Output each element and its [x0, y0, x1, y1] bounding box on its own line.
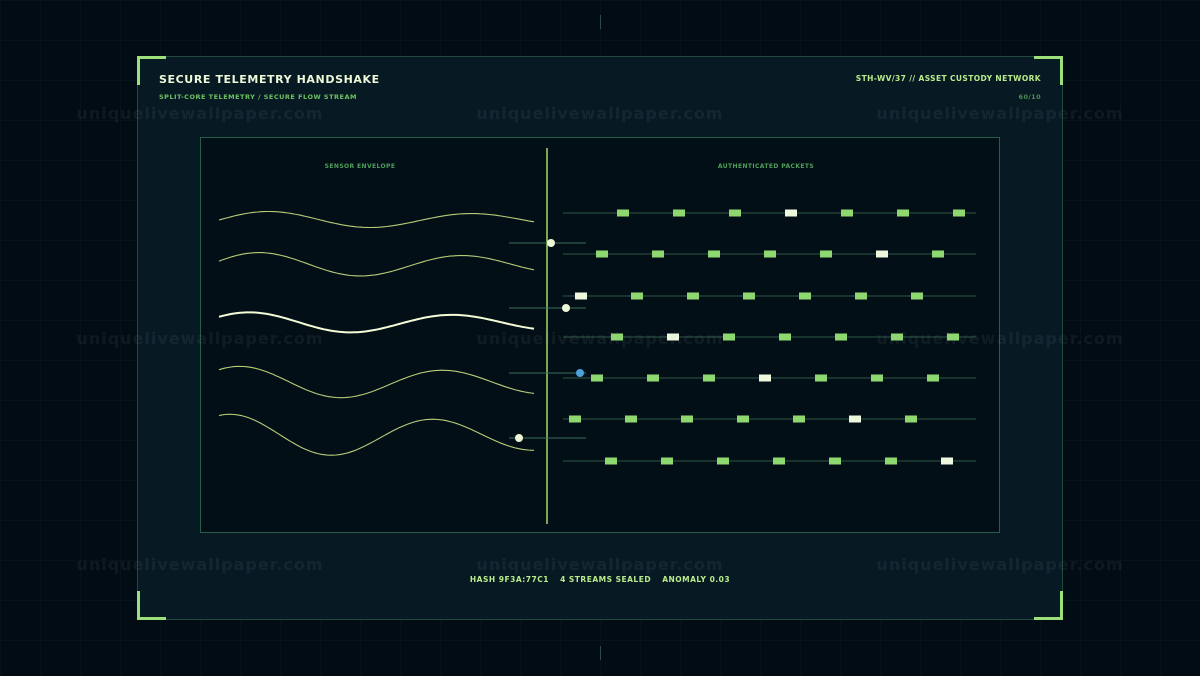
packet-block — [575, 292, 587, 300]
packet-block — [773, 457, 785, 465]
sensor-wave-4 — [218, 365, 535, 399]
packet-block — [820, 250, 832, 258]
packet-block — [652, 250, 664, 258]
sensor-wave-2 — [218, 252, 535, 277]
packet-block — [905, 415, 917, 423]
anomaly-readout: ANOMALY 0.03 — [662, 575, 731, 584]
watermark: uniquelivewallpaper.com — [876, 555, 1124, 574]
stream-node — [547, 239, 555, 247]
packet-block — [708, 250, 720, 258]
packet-block — [871, 374, 883, 382]
top-tick-mark — [600, 15, 601, 29]
packet-block — [647, 374, 659, 382]
stream-node — [562, 304, 570, 312]
packet-block — [617, 209, 629, 217]
packet-block — [927, 374, 939, 382]
stream-node — [576, 369, 584, 377]
packet-block — [841, 209, 853, 217]
packet-block — [876, 250, 888, 258]
bottom-tick-mark — [600, 646, 601, 660]
watermark: uniquelivewallpaper.com — [76, 329, 324, 348]
sensor-wave-1 — [218, 210, 535, 229]
watermark: uniquelivewallpaper.com — [876, 329, 1124, 348]
packet-block — [799, 292, 811, 300]
packet-block — [717, 457, 729, 465]
watermark: uniquelivewallpaper.com — [76, 555, 324, 574]
packet-block — [596, 250, 608, 258]
packet-block — [759, 374, 771, 382]
footer-status: HASH 9F3A:77C1 4 STREAMS SEALED ANOMALY … — [138, 575, 1062, 584]
packet-block — [631, 292, 643, 300]
packet-block — [681, 415, 693, 423]
watermark: uniquelivewallpaper.com — [76, 104, 324, 123]
packet-block — [673, 209, 685, 217]
corner-bracket-bottom-right — [1034, 591, 1063, 620]
packet-block — [625, 415, 637, 423]
packet-block — [849, 415, 861, 423]
watermark: uniquelivewallpaper.com — [476, 555, 724, 574]
packet-block — [829, 457, 841, 465]
sensor-wave-5 — [218, 413, 535, 456]
packet-block — [941, 457, 953, 465]
packet-block — [932, 250, 944, 258]
packet-block — [785, 209, 797, 217]
packet-block — [743, 292, 755, 300]
packet-block — [897, 209, 909, 217]
packet-block — [885, 457, 897, 465]
watermark: uniquelivewallpaper.com — [476, 104, 724, 123]
packet-block — [605, 457, 617, 465]
packet-block — [815, 374, 827, 382]
packet-block — [723, 333, 735, 341]
packet-block — [793, 415, 805, 423]
packet-block — [569, 415, 581, 423]
packet-block — [953, 209, 965, 217]
packet-block — [703, 374, 715, 382]
packet-block — [661, 457, 673, 465]
packet-block — [687, 292, 699, 300]
page-title: SECURE TELEMETRY HANDSHAKE — [159, 73, 380, 86]
watermark: uniquelivewallpaper.com — [476, 329, 724, 348]
packet-block — [737, 415, 749, 423]
packet-block — [855, 292, 867, 300]
packet-block — [779, 333, 791, 341]
streams-readout: 4 STREAMS SEALED — [560, 575, 652, 584]
hash-readout: HASH 9F3A:77C1 — [469, 575, 549, 584]
system-id: STH-WV/37 // ASSET CUSTODY NETWORK — [855, 74, 1041, 83]
page-subtitle: SPLIT-CORE TELEMETRY / SECURE FLOW STREA… — [159, 93, 357, 101]
packet-block — [911, 292, 923, 300]
corner-bracket-bottom-left — [137, 591, 166, 620]
stream-node — [515, 434, 523, 442]
packet-block — [729, 209, 741, 217]
packet-block — [835, 333, 847, 341]
packet-block — [764, 250, 776, 258]
packet-block — [591, 374, 603, 382]
page-count: 60/10 — [1018, 93, 1041, 101]
watermark: uniquelivewallpaper.com — [876, 104, 1124, 123]
